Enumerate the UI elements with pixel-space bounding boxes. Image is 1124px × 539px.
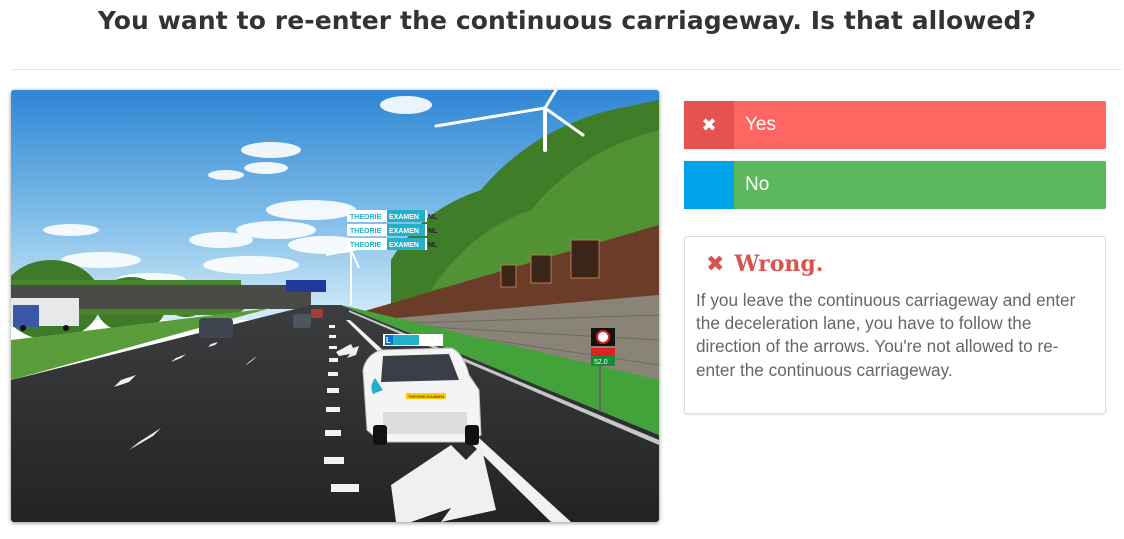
- divider: [12, 69, 1122, 70]
- answer-no-marker: [684, 161, 734, 209]
- car-plate: THEORIE-EXAMEN: [408, 394, 444, 399]
- signboard-word-2: EXAMEN: [389, 214, 419, 221]
- answer-no-label: No: [745, 174, 770, 195]
- svg-text:L: L: [386, 336, 391, 345]
- svg-text:EXAMEN: EXAMEN: [389, 242, 419, 249]
- svg-text:THEORIE: THEORIE: [350, 228, 381, 235]
- answer-yes-label: Yes: [745, 114, 776, 135]
- answer-yes-button[interactable]: ✖ Yes: [684, 101, 1106, 149]
- svg-text:NL: NL: [428, 228, 438, 235]
- answer-no-button[interactable]: No: [684, 161, 1106, 209]
- feedback-heading-row: ✖ Wrong.: [706, 251, 823, 277]
- signboard-word-1: THEORIE: [350, 214, 381, 221]
- times-icon: ✖: [706, 251, 725, 277]
- signboard-word-3: NL: [428, 214, 438, 221]
- svg-text:NL: NL: [428, 242, 438, 249]
- road-sign-value: 52.0: [594, 359, 608, 366]
- feedback-heading: Wrong.: [734, 251, 824, 277]
- times-icon: ✖: [684, 101, 734, 149]
- svg-text:THEORIE: THEORIE: [350, 242, 381, 249]
- feedback-explanation: If you leave the continuous carriageway …: [696, 290, 1076, 380]
- svg-text:EXAMEN: EXAMEN: [389, 228, 419, 235]
- feedback-panel: ✖ Wrong. If you leave the continuous car…: [684, 236, 1106, 414]
- question-title: You want to re-enter the continuous carr…: [97, 6, 1037, 35]
- question-image: THEORIE EXAMEN NL THEORIE EXAMEN NL THEO…: [11, 90, 659, 522]
